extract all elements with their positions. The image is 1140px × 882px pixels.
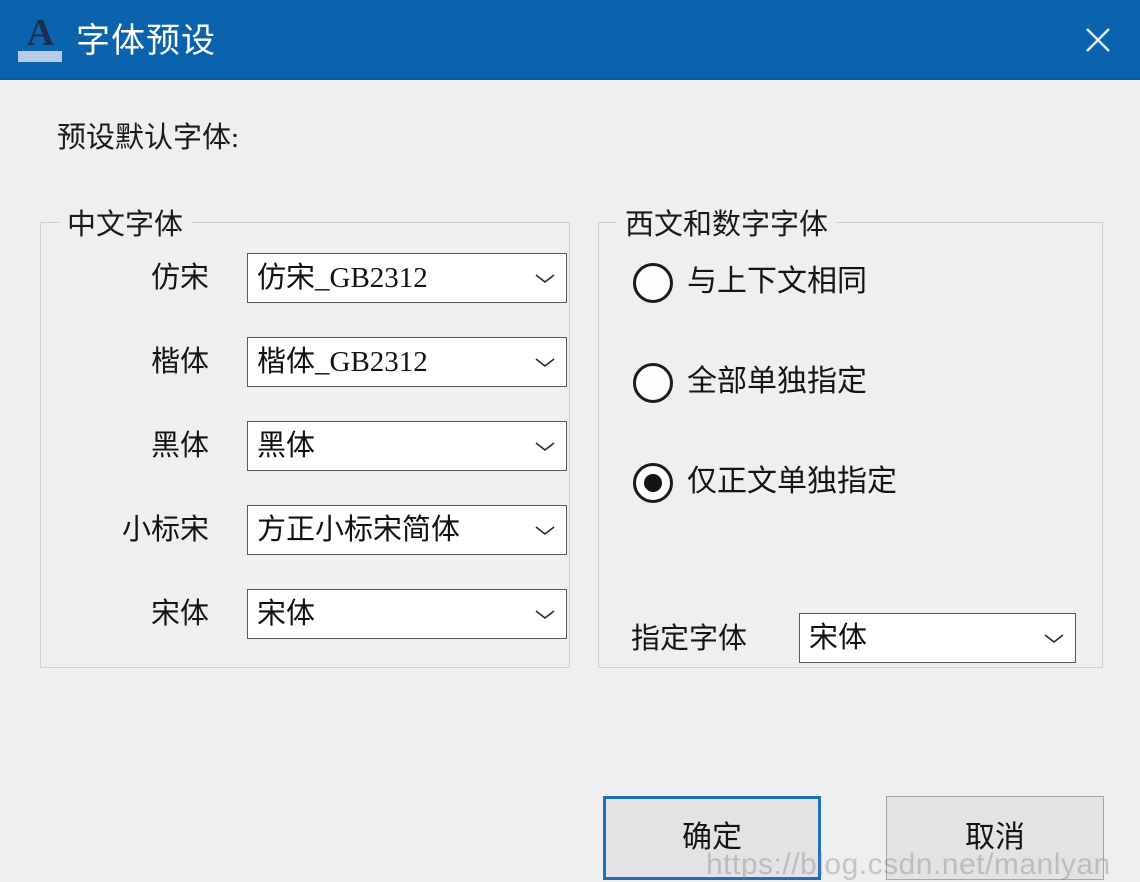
font-row-label-xiaobiaosong: 小标宋: [121, 514, 209, 546]
font-row-label-songti: 宋体: [150, 598, 209, 630]
chevron-down-icon: [1044, 634, 1064, 644]
font-row-fangsong: 仿宋 仿宋_GB2312: [41, 251, 571, 305]
radio-label-body-only-separate: 仅正文单独指定: [687, 465, 897, 498]
dialog-body: 预设默认字体: 中文字体 仿宋 仿宋_GB2312 楷体 楷体_GB2312 黑…: [0, 82, 1140, 881]
ok-button[interactable]: 确定: [603, 796, 821, 880]
preset-default-font-label: 预设默认字体:: [57, 122, 240, 154]
autocad-a-icon: A: [16, 12, 64, 64]
chinese-font-group: 中文字体 仿宋 仿宋_GB2312 楷体 楷体_GB2312 黑体 黑体 小标宋…: [40, 201, 571, 668]
font-row-label-heiti: 黑体: [150, 430, 209, 462]
font-row-label-kaiti: 楷体: [150, 346, 209, 378]
chevron-down-icon: [535, 526, 555, 536]
font-select-value-heiti: 黑体: [257, 430, 316, 462]
assigned-font-value: 宋体: [809, 622, 868, 654]
chevron-down-icon: [535, 442, 555, 452]
font-select-heiti[interactable]: 黑体: [247, 421, 567, 471]
window-title: 字体预设: [76, 22, 216, 60]
chevron-down-icon: [535, 358, 555, 368]
title-bar: A 字体预设: [0, 0, 1140, 80]
western-font-group-legend: 西文和数字字体: [617, 201, 837, 243]
assigned-font-row: 指定字体 宋体: [599, 613, 1104, 667]
radio-mark-body-only-separate: [633, 463, 673, 503]
chinese-font-group-legend: 中文字体: [59, 201, 192, 243]
font-select-value-xiaobiaosong: 方正小标宋简体: [257, 514, 461, 546]
chevron-down-icon: [535, 274, 555, 284]
font-row-heiti: 黑体 黑体: [41, 419, 571, 473]
radio-mark-same-as-context: [633, 263, 673, 303]
font-row-kaiti: 楷体 楷体_GB2312: [41, 335, 571, 389]
radio-mark-all-separate: [633, 363, 673, 403]
font-select-kaiti[interactable]: 楷体_GB2312: [247, 337, 567, 387]
font-select-value-songti: 宋体: [257, 598, 316, 630]
font-row-songti: 宋体 宋体: [41, 587, 571, 641]
autocad-a-glyph: A: [26, 12, 54, 54]
font-select-fangsong[interactable]: 仿宋_GB2312: [247, 253, 567, 303]
assigned-font-label: 指定字体: [631, 623, 748, 655]
font-select-xiaobiaosong[interactable]: 方正小标宋简体: [247, 505, 567, 555]
radio-all-separate[interactable]: 全部单独指定: [599, 363, 1104, 409]
autocad-a-underbar: [18, 51, 62, 62]
font-select-songti[interactable]: 宋体: [247, 589, 567, 639]
radio-label-same-as-context: 与上下文相同: [687, 265, 867, 298]
radio-same-as-context[interactable]: 与上下文相同: [599, 263, 1104, 309]
font-row-label-fangsong: 仿宋: [150, 262, 209, 294]
cancel-button[interactable]: 取消: [886, 796, 1104, 880]
western-font-group: 西文和数字字体 与上下文相同 全部单独指定 仅正文单独指定 指定字体 宋体: [598, 201, 1104, 668]
assigned-font-select[interactable]: 宋体: [799, 613, 1076, 663]
chevron-down-icon: [535, 610, 555, 620]
radio-body-only-separate[interactable]: 仅正文单独指定: [599, 463, 1104, 509]
font-select-value-fangsong: 仿宋_GB2312: [257, 262, 428, 294]
close-icon[interactable]: [1070, 12, 1126, 68]
font-select-value-kaiti: 楷体_GB2312: [257, 346, 428, 378]
font-row-xiaobiaosong: 小标宋 方正小标宋简体: [41, 503, 571, 557]
radio-label-all-separate: 全部单独指定: [687, 365, 867, 398]
